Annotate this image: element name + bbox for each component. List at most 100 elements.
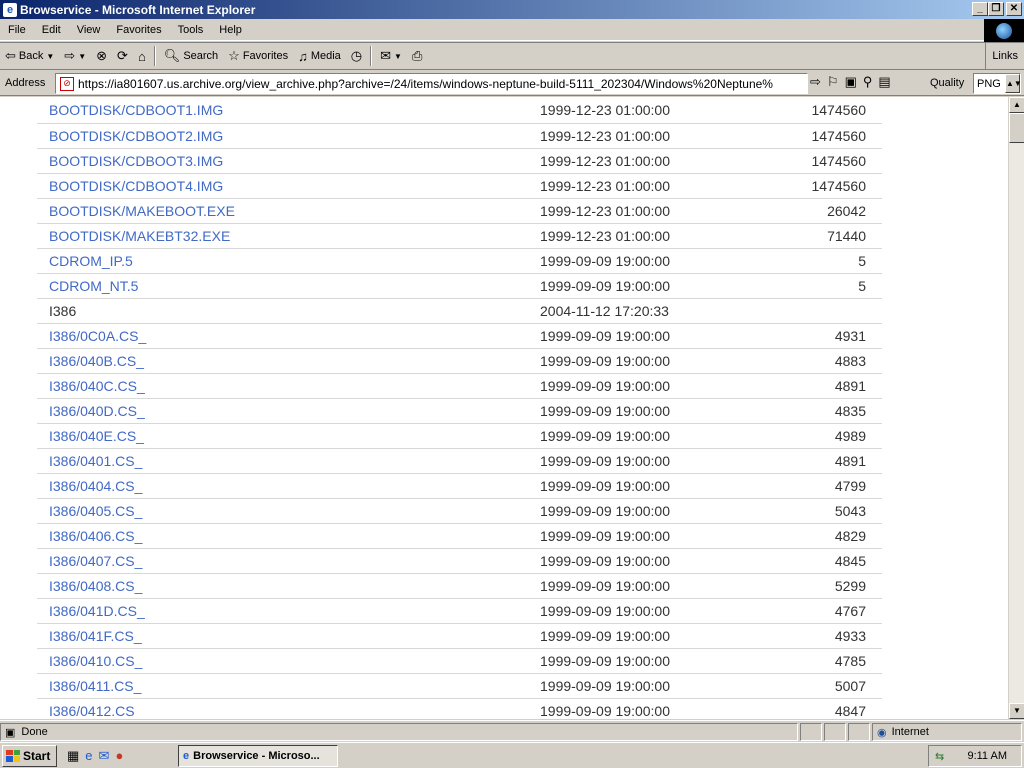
file-row: I386/0404.CS_ 1999-09-09 19:00:00 4799 (37, 473, 882, 499)
archive-file-table: BOOTDISK/CDBOOT1.IMG 1999-12-23 01:00:00 1… (37, 98, 882, 719)
back-button[interactable]: ⇦ Back ▼ (0, 45, 59, 67)
file-row: I386/040C.CS_ 1999-09-09 19:00:00 4891 (37, 373, 882, 399)
minimize-button[interactable]: _ (972, 2, 988, 16)
taskbar-button-browservice[interactable]: e Browservice - Microso... (178, 745, 338, 767)
menu-edit[interactable]: Edit (34, 24, 69, 36)
save-icon[interactable]: ▣ (845, 74, 857, 90)
mail-button[interactable]: ✉ ▼ (375, 45, 407, 67)
file-row: BOOTDISK/MAKEBOOT.EXE 1999-12-23 01:00:00… (37, 198, 882, 224)
search-button[interactable]: 🔍︎ Search (159, 45, 223, 67)
file-link[interactable]: I386/040B.CS_ (49, 353, 144, 369)
file-size-cell: 4883 (767, 348, 882, 374)
security-zone-pane: ◉ Internet (872, 723, 1022, 741)
clipboard-icon[interactable]: ▤ (878, 74, 890, 90)
file-link[interactable]: I386/0404.CS_ (49, 478, 142, 494)
system-tray: ⇆ 9:11 AM (928, 745, 1022, 767)
file-size-cell: 4931 (767, 323, 882, 349)
scroll-down-button[interactable]: ▼ (1009, 703, 1024, 719)
status-text-pane: ▣ Done (0, 723, 798, 741)
file-link[interactable]: I386/0401.CS_ (49, 453, 142, 469)
menu-favorites[interactable]: Favorites (108, 24, 169, 36)
menu-file[interactable]: File (0, 24, 34, 36)
file-link[interactable]: BOOTDISK/CDBOOT4.IMG (49, 178, 223, 194)
file-link[interactable]: I386/0405.CS_ (49, 503, 142, 519)
file-date-cell: 1999-09-09 19:00:00 (527, 623, 767, 649)
back-arrow-icon: ⇦ (5, 48, 16, 63)
menu-tools[interactable]: Tools (170, 24, 212, 36)
file-link[interactable]: I386/040E.CS_ (49, 428, 144, 444)
forward-dropdown-icon[interactable]: ▼ (78, 52, 86, 61)
file-link[interactable]: I386/0411.CS_ (49, 678, 141, 694)
file-link[interactable]: I386/0408.CS_ (49, 578, 142, 594)
title-bar[interactable]: e Browservice - Microsoft Internet Explo… (0, 0, 1024, 19)
vertical-scrollbar[interactable]: ▲ ▼ (1008, 97, 1024, 719)
file-size-cell: 1474560 (767, 148, 882, 174)
address-url[interactable]: https://ia801607.us.archive.org/view_arc… (78, 77, 773, 91)
media-player-icon[interactable]: ● (115, 748, 123, 764)
back-label: Back (18, 50, 44, 62)
file-link[interactable]: BOOTDISK/MAKEBT32.EXE (49, 228, 230, 244)
file-date-cell: 1999-09-09 19:00:00 (527, 598, 767, 624)
favorites-button[interactable]: ☆ Favorites (223, 45, 293, 67)
file-link[interactable]: BOOTDISK/CDBOOT3.IMG (49, 153, 223, 169)
file-name-cell: BOOTDISK/MAKEBOOT.EXE (37, 198, 527, 224)
standard-toolbar: ⇦ Back ▼ ⇨ ▼ ⊗ ⟳ ⌂ 🔍︎ Search ☆ Favorites… (0, 42, 1024, 70)
search-label: Search (183, 50, 219, 62)
back-dropdown-icon[interactable]: ▼ (46, 52, 54, 61)
address-input[interactable]: ⊘ https://ia801607.us.archive.org/view_a… (55, 73, 808, 94)
file-date-cell: 1999-09-09 19:00:00 (527, 273, 767, 299)
menu-help[interactable]: Help (211, 24, 250, 36)
toolbar-separator (370, 46, 373, 66)
file-link[interactable]: CDROM_NT.5 (49, 278, 138, 294)
file-link[interactable]: I386/041F.CS_ (49, 628, 142, 644)
find-icon[interactable]: ⚲ (863, 74, 873, 90)
file-size-cell: 4891 (767, 448, 882, 474)
file-link[interactable]: BOOTDISK/CDBOOT2.IMG (49, 128, 223, 144)
quality-select[interactable]: PNG ▲▼ (973, 73, 1022, 94)
address-label: Address (5, 77, 46, 89)
chevron-down-icon[interactable]: ▲▼ (1005, 74, 1022, 93)
clock[interactable]: 9:11 AM (967, 750, 1007, 762)
file-link[interactable]: I386/040D.CS_ (49, 403, 145, 419)
file-size-cell: 5 (767, 248, 882, 274)
toolbar-separator (153, 46, 156, 66)
file-name-cell: CDROM_NT.5 (37, 273, 527, 299)
file-link[interactable]: I386/0410.CS_ (49, 653, 142, 669)
file-link[interactable]: I386/0407.CS_ (49, 553, 142, 569)
close-button[interactable]: ✕ (1006, 2, 1022, 16)
show-desktop-icon[interactable]: ▦ (67, 748, 79, 764)
links-bar[interactable]: Links (985, 43, 1024, 69)
scroll-thumb[interactable] (1009, 113, 1024, 143)
print-button[interactable]: ⎙ (407, 45, 427, 67)
file-link[interactable]: CDROM_IP.5 (49, 253, 133, 269)
stop-button[interactable]: ⊗ (91, 45, 112, 67)
forward-button[interactable]: ⇨ ▼ (59, 45, 91, 67)
file-row: I386/0410.CS_ 1999-09-09 19:00:00 4785 (37, 648, 882, 674)
restore-button[interactable]: ❐ (988, 2, 1004, 16)
file-name-cell: I386/040D.CS_ (37, 398, 527, 424)
file-size-cell: 4785 (767, 648, 882, 674)
scroll-up-button[interactable]: ▲ (1009, 97, 1024, 113)
go-arrow-icon[interactable]: ⇨ (810, 74, 821, 90)
file-link[interactable]: I386/040C.CS_ (49, 378, 145, 394)
file-link[interactable]: I386/0C0A.CS_ (49, 328, 146, 344)
outlook-icon[interactable]: ✉ (99, 748, 110, 764)
file-link[interactable]: BOOTDISK/MAKEBOOT.EXE (49, 203, 235, 219)
refresh-icon: ⟳ (117, 48, 128, 63)
refresh-button[interactable]: ⟳ (112, 45, 133, 67)
file-row: I386/0412.CS 1999-09-09 19:00:00 4847 (37, 698, 882, 719)
menu-view[interactable]: View (69, 24, 109, 36)
history-button[interactable]: ◷ (346, 45, 367, 67)
start-button[interactable]: Start (2, 744, 57, 767)
file-row: BOOTDISK/CDBOOT4.IMG 1999-12-23 01:00:00 1… (37, 173, 882, 199)
ie-quick-launch-icon[interactable]: e (85, 748, 92, 764)
media-button[interactable]: ♫ Media (293, 45, 346, 67)
home-button[interactable]: ⌂ (133, 45, 151, 67)
file-link[interactable]: BOOTDISK/CDBOOT1.IMG (49, 102, 223, 118)
file-name-cell: I386/040B.CS_ (37, 348, 527, 374)
file-link[interactable]: I386/041D.CS_ (49, 603, 145, 619)
file-link[interactable]: I386/0406.CS_ (49, 528, 142, 544)
file-link[interactable]: I386/0412.CS (49, 703, 135, 719)
bookmark-icon[interactable]: ⚐ (827, 74, 839, 90)
network-icon[interactable]: ⇆ (935, 750, 944, 763)
